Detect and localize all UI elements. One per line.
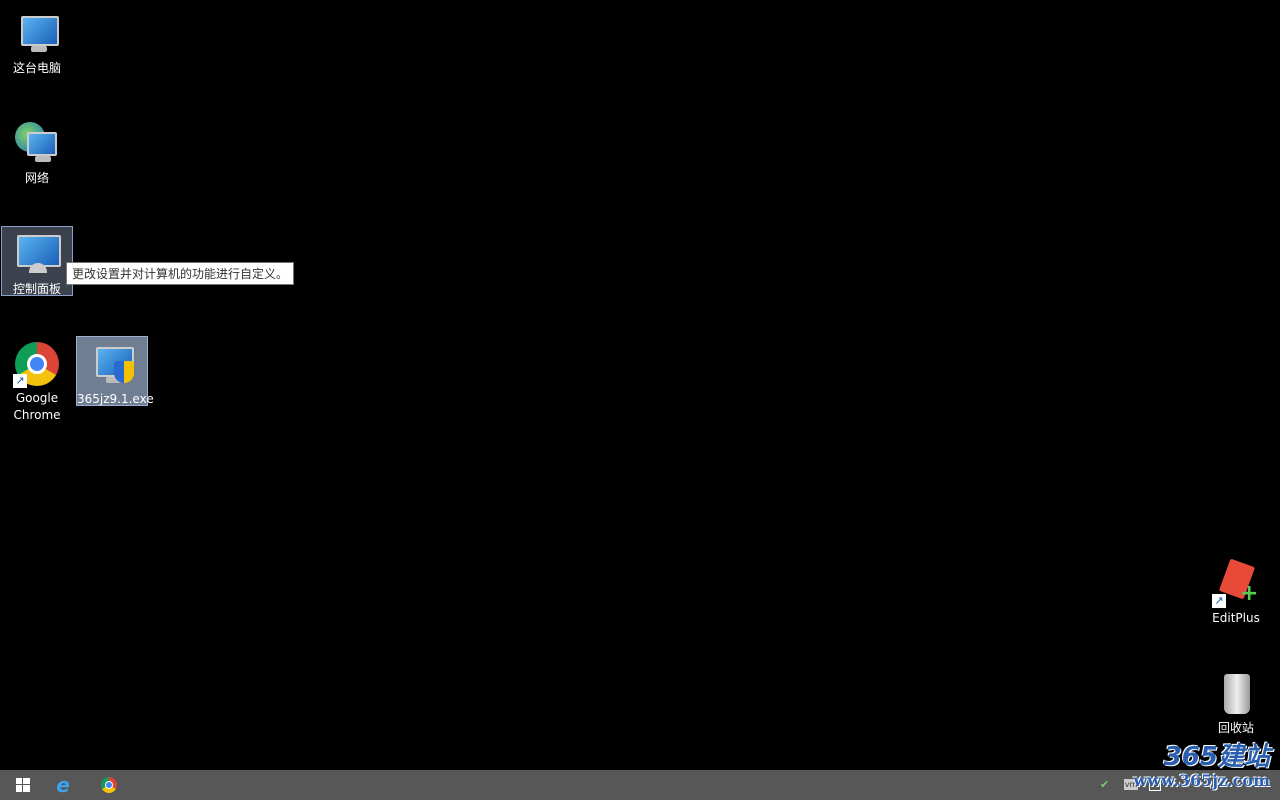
watermark: 365建站 www.365jz.com — [1134, 742, 1270, 790]
network-icon — [13, 120, 61, 168]
tooltip: 更改设置并对计算机的功能进行自定义。 — [66, 262, 295, 285]
desktop-icon-network[interactable]: 网络 — [1, 116, 73, 187]
icon-label: 网络 — [24, 171, 49, 185]
desktop-icon-recycle-bin[interactable]: 回收站 — [1200, 666, 1272, 737]
desktop-icon-365jz-exe[interactable]: 365jz9.1.exe — [76, 336, 154, 406]
icon-label: EditPlus — [1212, 611, 1260, 625]
icon-label: Google Chrome — [13, 391, 61, 422]
chrome-icon: ↗ — [13, 340, 61, 388]
watermark-brand: 365建站 — [1163, 742, 1270, 772]
desktop-icon-this-pc[interactable]: 这台电脑 — [1, 6, 73, 77]
shortcut-arrow-icon: ↗ — [1212, 594, 1226, 608]
desktop-icon-control-panel[interactable]: 控制面板 — [1, 226, 73, 296]
recycle-bin-icon — [1212, 670, 1260, 718]
icon-label: 这台电脑 — [12, 61, 61, 75]
desktop-icon-google-chrome[interactable]: ↗ Google Chrome — [1, 336, 73, 424]
icon-label: 控制面板 — [12, 282, 61, 296]
editplus-icon: + ↗ — [1212, 558, 1260, 608]
tray-network-ok-icon[interactable]: ✔ — [1100, 778, 1114, 792]
control-panel-icon — [13, 231, 61, 279]
taskbar-google-chrome[interactable] — [86, 770, 132, 800]
taskbar: e ✔ vm — [0, 770, 1280, 800]
chrome-icon — [101, 777, 117, 793]
shortcut-arrow-icon: ↗ — [13, 374, 27, 388]
internet-explorer-icon: e — [56, 773, 70, 797]
windows-logo-icon — [16, 778, 30, 792]
computer-icon — [13, 10, 61, 58]
installer-icon — [88, 341, 136, 389]
icon-label: 回收站 — [1217, 721, 1254, 735]
desktop-icon-editplus[interactable]: + ↗ EditPlus — [1200, 556, 1272, 627]
icon-label: 365jz9.1.exe — [77, 392, 154, 406]
watermark-url: www.365jz.com — [1133, 771, 1270, 790]
taskbar-internet-explorer[interactable]: e — [40, 770, 86, 800]
